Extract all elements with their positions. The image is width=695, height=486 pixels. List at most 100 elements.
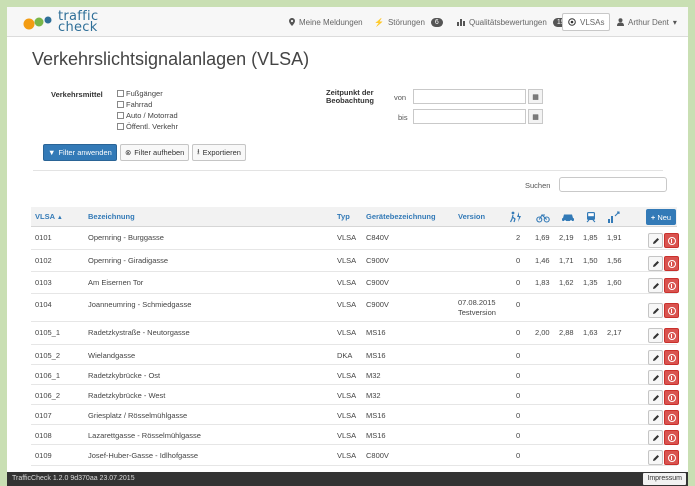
table-row[interactable]: 0103 Am Eisernen Tor VLSA C900V 0 1,83 1,62 1,3… [31, 272, 679, 294]
edit-button[interactable] [648, 370, 663, 385]
checkbox-fussgaenger[interactable]: Fußgänger [117, 89, 163, 98]
cell-vlsa: 0103 [35, 278, 52, 287]
user-icon [617, 18, 624, 26]
col-header-bezeichnung[interactable]: Bezeichnung [88, 207, 135, 227]
nav-meine-meldungen[interactable]: Meine Meldungen [289, 7, 363, 37]
bis-calendar-button[interactable]: ▦ [528, 109, 543, 124]
cell-geraetebezeichnung: M32 [366, 371, 381, 380]
table-row[interactable]: 0104 Joanneumring - Schmiedgasse VLSA C900V… [31, 294, 679, 322]
col-header-vlsa[interactable]: VLSA ▲ [35, 207, 63, 227]
checkbox-fahrrad[interactable]: Fahrrad [117, 100, 152, 109]
checkbox-box[interactable] [117, 90, 124, 97]
delete-button[interactable] [664, 350, 679, 365]
edit-button[interactable] [648, 303, 663, 318]
edit-button[interactable] [648, 278, 663, 293]
bicycle-icon[interactable] [536, 210, 550, 224]
nav-label: Störungen [387, 17, 425, 27]
delete-icon [667, 453, 676, 462]
tram-icon[interactable] [584, 210, 598, 224]
col-header-version[interactable]: Version [458, 207, 485, 227]
delete-button[interactable] [664, 390, 679, 405]
delete-button[interactable] [664, 450, 679, 465]
search-input[interactable] [559, 177, 667, 192]
button-label: Filter anwenden [58, 148, 112, 157]
impressum-link[interactable]: Impressum [643, 473, 686, 485]
delete-button[interactable] [664, 370, 679, 385]
bis-date-input[interactable] [413, 109, 526, 124]
col-header-typ[interactable]: Typ [337, 207, 350, 227]
filter-reset-button[interactable]: ⊗ Filter aufheben [120, 144, 190, 161]
rating-chart-icon[interactable] [607, 210, 621, 224]
edit-button[interactable] [648, 390, 663, 405]
delete-button[interactable] [664, 233, 679, 248]
delete-button[interactable] [664, 303, 679, 318]
checkbox-auto-motorrad[interactable]: Auto / Motorrad [117, 111, 178, 120]
table-row[interactable]: 0101 Opernring - Burggasse VLSA C840V 2 1,69 2… [31, 227, 679, 250]
von-calendar-button[interactable]: ▦ [528, 89, 543, 104]
table-row[interactable]: 0106_2 Radetzkybrücke - West VLSA M32 0 [31, 385, 679, 405]
table-row[interactable]: 0106_1 Radetzkybrücke - Ost VLSA M32 0 [31, 365, 679, 385]
pencil-icon [652, 394, 659, 401]
cell-vlsa: 0106_1 [35, 371, 61, 380]
edit-button[interactable] [648, 328, 663, 343]
edit-button[interactable] [648, 430, 663, 445]
von-date-input[interactable] [413, 89, 526, 104]
calendar-icon: ▦ [532, 113, 539, 121]
delete-button[interactable] [664, 256, 679, 271]
cell-geraetebezeichnung: C840V [366, 233, 389, 242]
delete-button[interactable] [664, 328, 679, 343]
cell-value-4: 1,60 [607, 278, 622, 287]
button-label: Filter aufheben [134, 148, 185, 157]
edit-button[interactable] [648, 450, 663, 465]
delete-button[interactable] [664, 410, 679, 425]
nav-user-menu[interactable]: Arthur Dent ▾ [617, 7, 677, 37]
logo-dots-icon [23, 16, 52, 30]
cell-bezeichnung: Opernring - Burggasse [88, 233, 164, 242]
filter-apply-button[interactable]: ▼ Filter anwenden [43, 144, 117, 161]
verkehrsmittel-label: Verkehrsmittel [51, 90, 103, 99]
cell-value-4: 2,17 [607, 328, 622, 337]
cell-count: 0 [516, 300, 521, 309]
delete-button[interactable] [664, 278, 679, 293]
checkbox-label: Öffentl. Verkehr [126, 122, 178, 131]
nav-stoerungen[interactable]: ⚡ Störungen 6 [374, 7, 443, 37]
nav-qualitaetsbewertungen[interactable]: Qualitätsbewertungen 19 [457, 7, 569, 37]
delete-icon [667, 306, 676, 315]
nav-label: Qualitätsbewertungen [469, 17, 547, 27]
pedestrian-bolt-icon[interactable] [509, 210, 523, 224]
col-header-geraetebezeichnung[interactable]: Gerätebezeichnung [366, 207, 436, 227]
delete-icon [667, 373, 676, 382]
cell-value-1: 1,69 [535, 233, 550, 242]
filter-panel: Verkehrsmittel Fußgänger Fahrrad Auto / … [33, 75, 663, 171]
pencil-icon [652, 454, 659, 461]
new-vlsa-button[interactable]: + Neu [646, 209, 676, 225]
traffic-check-logo[interactable]: traffic check [23, 10, 123, 34]
table-row[interactable]: 0107 Griesplatz / Rösselmühlgasse VLSA MS16… [31, 405, 679, 425]
delete-button[interactable] [664, 430, 679, 445]
checkbox-box[interactable] [117, 112, 124, 119]
checkbox-box[interactable] [117, 123, 124, 130]
von-label: von [394, 93, 407, 102]
edit-button[interactable] [648, 350, 663, 365]
table-row[interactable]: 0102 Opernring - Giradigasse VLSA C900V 0 1,4… [31, 250, 679, 272]
nav-vlsas[interactable]: VLSAs [562, 13, 611, 31]
table-row[interactable]: 0108 Lazarettgasse - Rösselmühlgasse VLSA M… [31, 425, 679, 445]
cell-vlsa: 0105_1 [35, 328, 61, 337]
delete-icon [667, 281, 676, 290]
edit-button[interactable] [648, 256, 663, 271]
checkbox-box[interactable] [117, 101, 124, 108]
edit-button[interactable] [648, 233, 663, 248]
cell-typ: VLSA [337, 233, 357, 242]
edit-button[interactable] [648, 410, 663, 425]
cell-value-1: 1,83 [535, 278, 550, 287]
user-name: Arthur Dent [628, 17, 669, 27]
table-row[interactable]: 0105_2 Wielandgasse DKA MS16 0 [31, 345, 679, 365]
footer: TrafficCheck 1.2.0 9d370aa 23.07.2015 Im… [7, 472, 688, 486]
pencil-icon [652, 307, 659, 314]
table-row[interactable]: 0109 Josef-Huber-Gasse - Idlhofgasse VLSA C… [31, 445, 679, 466]
export-button[interactable]: ⭳ Exportieren [192, 144, 246, 161]
button-label: Exportieren [202, 148, 241, 157]
checkbox-oeffentl-verkehr[interactable]: Öffentl. Verkehr [117, 122, 178, 131]
car-icon[interactable] [561, 210, 575, 224]
table-row[interactable]: 0105_1 Radetzkystraße - Neutorgasse VLSA MS… [31, 322, 679, 345]
